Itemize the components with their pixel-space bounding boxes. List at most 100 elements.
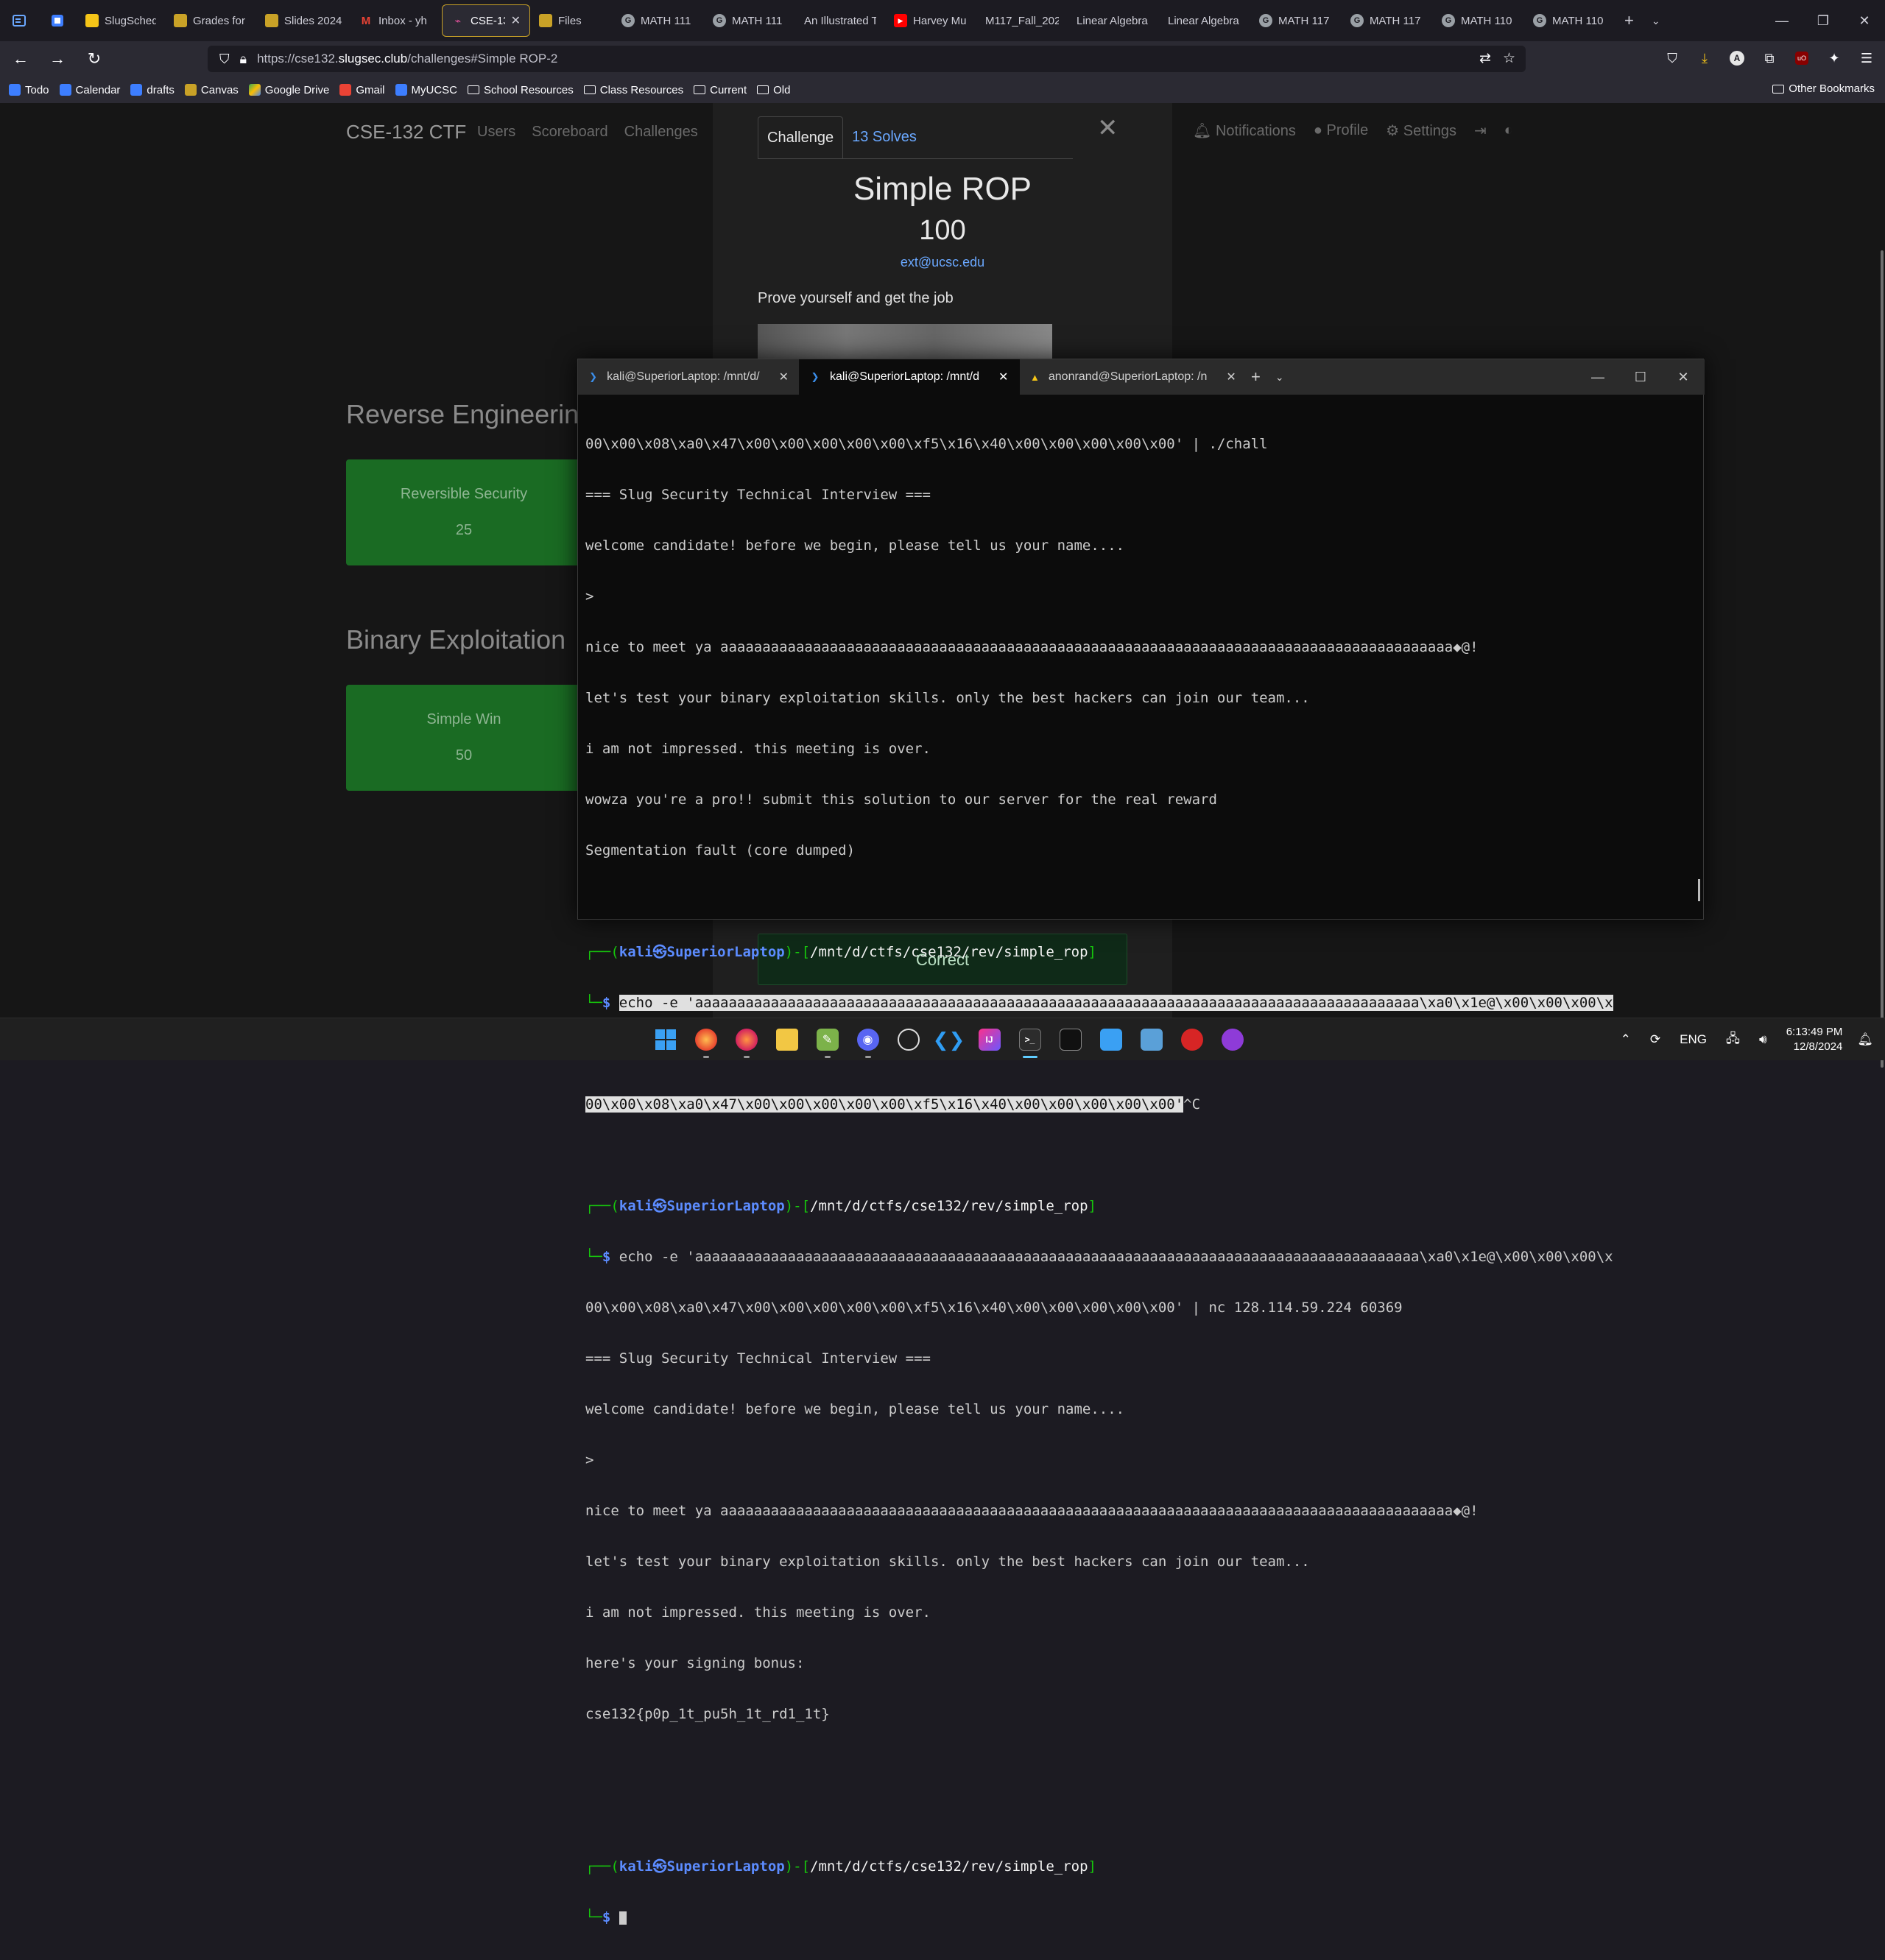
terminal-scrollbar[interactable] (1698, 879, 1700, 901)
taskbar-app[interactable] (1091, 1018, 1131, 1061)
taskbar-app[interactable] (1171, 1018, 1212, 1061)
page-scrollbar[interactable] (1879, 250, 1885, 1075)
downloads-icon[interactable]: ⤓ (1694, 47, 1716, 69)
close-tab-icon[interactable]: ✕ (1226, 370, 1236, 384)
nav-users-link[interactable]: Users (477, 124, 515, 141)
volume-icon[interactable]: 🔊︎ (1759, 1032, 1767, 1047)
site-brand[interactable]: CSE-132 CTF (346, 121, 466, 144)
nav-settings-link[interactable]: ⚙ Settings (1386, 121, 1456, 140)
browser-tab[interactable]: G MATH 111 (613, 4, 704, 37)
language-indicator[interactable]: ENG (1680, 1032, 1707, 1047)
browser-tab[interactable]: G MATH 111 (704, 4, 795, 37)
taskbar-app[interactable] (1212, 1018, 1252, 1061)
taskbar-app-active[interactable]: >_ (1010, 1018, 1050, 1061)
theme-toggle-icon[interactable]: ◐ (1504, 122, 1513, 139)
notification-bell-icon[interactable]: 🔔︎ (1857, 1032, 1873, 1047)
terminal-tab-active[interactable]: ❯ kali@SuperiorLaptop: /mnt/d ✕ (799, 359, 1020, 395)
browser-tab[interactable]: G MATH 117 (1250, 4, 1342, 37)
bookmark-folder[interactable]: Current (694, 84, 747, 96)
taskbar-app[interactable]: ✎ (807, 1018, 848, 1061)
close-tab-icon[interactable]: ✕ (998, 370, 1008, 384)
browser-tab[interactable]: SlugSched (77, 4, 165, 37)
restore-icon[interactable]: ❐ (1803, 13, 1844, 29)
bookmark-item[interactable]: Canvas (184, 84, 239, 96)
extensions-icon[interactable]: ⧉ (1758, 47, 1780, 69)
nav-scoreboard-link[interactable]: Scoreboard (532, 124, 607, 141)
start-button[interactable] (645, 1018, 686, 1061)
browser-tab[interactable]: M Inbox - yh (350, 4, 442, 37)
taskbar-app[interactable]: ◉ (848, 1018, 888, 1061)
tab-challenge[interactable]: Challenge (758, 116, 844, 158)
bookmark-item[interactable]: drafts (130, 84, 175, 96)
menu-icon[interactable]: ☰ (1856, 47, 1878, 69)
close-icon[interactable]: ✕ (1097, 113, 1118, 143)
bookmark-item[interactable]: MyUCSC (395, 84, 457, 96)
taskbar-app[interactable] (1131, 1018, 1171, 1061)
maximize-icon[interactable]: ☐ (1619, 370, 1662, 385)
browser-tab[interactable]: G MATH 117 (1342, 4, 1433, 37)
browser-tab[interactable]: ▶ Harvey Mu (885, 4, 976, 37)
address-bar[interactable]: ⛉ 🔒︎ https://cse132.slugsec.club/challen… (208, 46, 1526, 72)
taskbar-app[interactable] (1050, 1018, 1091, 1061)
browser-tab-active[interactable]: ⌁CSE-132✕ (442, 4, 530, 37)
taskbar-app[interactable] (767, 1018, 807, 1061)
lock-icon[interactable]: 🔒︎ (240, 52, 247, 67)
sync-icon[interactable]: ⟳ (1650, 1032, 1660, 1047)
extension-badge-icon[interactable]: ✦ (1823, 47, 1845, 69)
bookmark-item[interactable]: Gmail (339, 84, 385, 96)
nav-notifications-link[interactable]: 🔔︎ Notifications (1193, 121, 1296, 140)
close-window-icon[interactable]: ✕ (1662, 370, 1705, 385)
network-icon[interactable]: 🖧︎ (1726, 1029, 1740, 1051)
logout-icon[interactable]: ⇥ (1474, 121, 1487, 140)
taskbar-app[interactable]: IJ (969, 1018, 1010, 1061)
pocket-icon[interactable]: ⛉ (1661, 47, 1683, 69)
taskbar-app[interactable]: ❮❯ (929, 1018, 969, 1061)
nav-profile-link[interactable]: ● Profile (1314, 122, 1368, 139)
ublock-icon[interactable]: uO (1791, 47, 1813, 69)
browser-tab[interactable]: Linear Algebra (1159, 4, 1250, 37)
terminal-tab[interactable]: ▲ anonrand@SuperiorLaptop: /n ✕ (1020, 359, 1241, 395)
chevron-up-icon[interactable]: ⌃ (1621, 1032, 1631, 1047)
back-icon[interactable]: ← (4, 44, 37, 74)
browser-tab[interactable]: G MATH 110 (1433, 4, 1524, 37)
other-bookmarks[interactable]: Other Bookmarks (1772, 82, 1875, 95)
forward-icon[interactable]: → (41, 44, 74, 74)
browser-tab[interactable]: M117_Fall_2024 (976, 4, 1068, 37)
account-icon[interactable]: A (1726, 47, 1748, 69)
challenge-author[interactable]: ext@ucsc.edu (713, 255, 1172, 270)
taskbar-app[interactable] (686, 1018, 726, 1061)
clock[interactable]: 6:13:49 PM 12/8/2024 (1786, 1025, 1843, 1054)
bookmark-folder[interactable]: School Resources (468, 84, 574, 96)
browser-tab[interactable]: Files (530, 4, 613, 37)
pinned-tab-icon[interactable] (38, 4, 77, 37)
challenge-card[interactable]: Simple Win 50 (346, 685, 582, 791)
browser-tab[interactable]: Grades for (165, 4, 256, 37)
browser-tab[interactable]: An Illustrated T (795, 4, 885, 37)
list-tabs-icon[interactable]: ⌄ (1643, 4, 1669, 37)
bookmark-star-icon[interactable]: ☆ (1503, 50, 1515, 67)
browser-tab[interactable]: Slides 2024 (256, 4, 350, 37)
bookmark-folder[interactable]: Old (757, 84, 790, 96)
reload-icon[interactable]: ↻ (78, 44, 110, 74)
shield-icon[interactable]: ⛉ (219, 52, 230, 67)
bookmark-item[interactable]: Google Drive (248, 84, 329, 96)
sidebar-toggle-icon[interactable] (0, 4, 38, 37)
terminal-output[interactable]: 00\x00\x08\xa0\x47\x00\x00\x00\x00\x00\x… (585, 402, 1690, 1960)
close-tab-icon[interactable]: ✕ (779, 370, 789, 384)
taskbar-app[interactable] (726, 1018, 767, 1061)
browser-tab[interactable]: G MATH 110 (1524, 4, 1616, 37)
taskbar-app[interactable] (888, 1018, 929, 1061)
nav-challenges-link[interactable]: Challenges (624, 124, 698, 141)
terminal-tab[interactable]: ❯ kali@SuperiorLaptop: /mnt/d/✕ (578, 359, 799, 395)
bookmark-folder[interactable]: Class Resources (583, 84, 683, 96)
challenge-card[interactable]: Reversible Security 25 (346, 459, 582, 565)
new-terminal-tab-button[interactable]: + (1251, 367, 1261, 387)
translate-icon[interactable]: ⇄ (1479, 50, 1491, 67)
minimize-icon[interactable]: — (1576, 370, 1619, 385)
command-line-current[interactable]: └─$ (585, 1909, 1690, 1926)
minimize-icon[interactable]: — (1761, 13, 1803, 29)
bookmark-item[interactable]: Calendar (59, 84, 120, 96)
close-window-icon[interactable]: ✕ (1844, 13, 1885, 29)
close-tab-icon[interactable]: ✕ (511, 13, 521, 28)
new-tab-button[interactable]: + (1616, 4, 1643, 37)
